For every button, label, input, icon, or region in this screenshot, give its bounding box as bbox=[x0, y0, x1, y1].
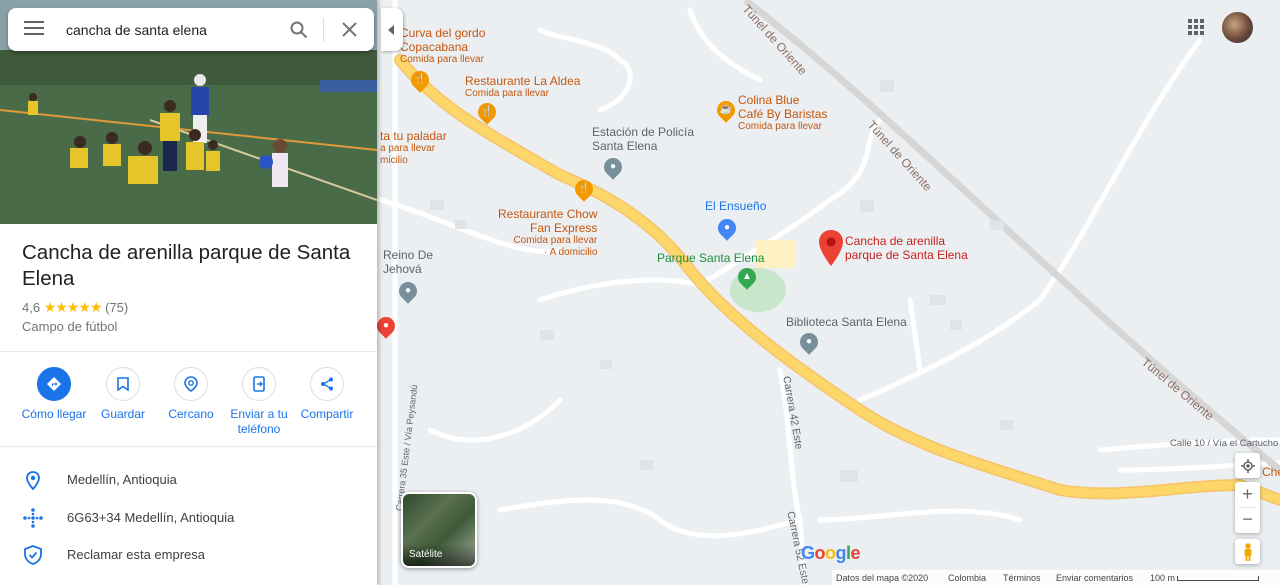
map-label-cancha[interactable]: Cancha de arenilla parque de Santa Elena bbox=[845, 234, 968, 262]
rating-value: 4,6 bbox=[22, 300, 41, 315]
share-icon bbox=[321, 377, 333, 391]
menu-icon[interactable] bbox=[24, 21, 44, 37]
terms-link[interactable]: Términos bbox=[1003, 573, 1041, 583]
google-logo: Google bbox=[801, 543, 861, 563]
scale-label: 100 m bbox=[1150, 573, 1176, 583]
place-title: Cancha de arenilla parque de Santa Elena bbox=[22, 241, 351, 290]
account-avatar[interactable] bbox=[1222, 12, 1253, 43]
country-link[interactable]: Colombia bbox=[948, 573, 986, 583]
review-count[interactable]: (75) bbox=[105, 300, 128, 315]
search-divider bbox=[323, 18, 324, 42]
nearby-label: Cercano bbox=[168, 407, 214, 421]
my-location-button[interactable] bbox=[1235, 453, 1260, 478]
directions-button[interactable]: Cómo llegar bbox=[19, 367, 89, 422]
location-pin-icon bbox=[26, 471, 40, 491]
collapse-panel-button[interactable] bbox=[381, 8, 403, 51]
save-button[interactable]: Guardar bbox=[88, 367, 158, 422]
plus-code-text: 6G63+34 Medellín, Antioquia bbox=[67, 510, 235, 525]
nearby-icon bbox=[184, 376, 198, 392]
map-label-colina[interactable]: Colina Blue Café By Baristas Comida para … bbox=[738, 93, 827, 133]
directions-label: Cómo llegar bbox=[21, 407, 87, 421]
caret-left-icon bbox=[388, 24, 394, 35]
place-rating[interactable]: 4,6 ★★★★★ (75) bbox=[22, 299, 128, 316]
plus-code-icon bbox=[23, 508, 43, 528]
church-pin-icon[interactable]: ● bbox=[395, 278, 421, 304]
close-icon[interactable] bbox=[342, 22, 357, 37]
cafe-pin-icon[interactable]: ☕ bbox=[713, 97, 739, 123]
share-button[interactable]: Compartir bbox=[292, 367, 362, 422]
address-row[interactable]: Medellín, Antioquia bbox=[0, 465, 377, 495]
pegman-icon bbox=[1244, 542, 1251, 561]
address-text: Medellín, Antioquia bbox=[67, 472, 177, 487]
map-label-aldea[interactable]: Restaurante La Aldea Comida para llevar bbox=[465, 74, 580, 100]
my-location-icon bbox=[1240, 458, 1255, 473]
place-panel: Cancha de arenilla parque de Santa Elena… bbox=[0, 0, 377, 585]
map-label-parque[interactable]: Parque Santa Elena bbox=[657, 251, 764, 265]
share-label: Compartir bbox=[300, 407, 354, 421]
road-label-calle10: Calle 10 / Vía el Cartucho bbox=[1170, 438, 1279, 449]
search-box bbox=[8, 8, 374, 51]
zoom-controls: + − bbox=[1235, 482, 1260, 533]
send-to-phone-label: Enviar a tu teléfono bbox=[230, 407, 288, 436]
map-label-curva[interactable]: Curva del gordo Copacabana Comida para ll… bbox=[400, 26, 485, 66]
zoom-out-button[interactable]: − bbox=[1235, 508, 1260, 533]
restaurant-pin-icon[interactable]: 🍴 bbox=[571, 176, 597, 202]
plus-code-row[interactable]: 6G63+34 Medellín, Antioquia bbox=[0, 503, 377, 533]
nearby-button[interactable]: Cercano bbox=[156, 367, 226, 422]
satellite-label: Satélite bbox=[409, 549, 443, 560]
directions-icon bbox=[47, 377, 61, 391]
map-label-chow[interactable]: Restaurante Chow Fan Express Comida para … bbox=[498, 207, 597, 259]
feedback-link[interactable]: Enviar comentarios bbox=[1056, 573, 1133, 583]
map-label-che[interactable]: Che bbox=[1262, 465, 1280, 479]
send-to-phone-button[interactable]: Enviar a tu teléfono bbox=[224, 367, 294, 437]
send-to-phone-icon bbox=[253, 376, 265, 392]
restaurant-pin-icon[interactable]: 🍴 bbox=[474, 99, 500, 125]
divider bbox=[0, 446, 377, 447]
claim-business-text: Reclamar esta empresa bbox=[67, 547, 205, 562]
library-pin-icon[interactable]: ● bbox=[796, 329, 822, 355]
restaurant-pin-icon[interactable]: 🍴 bbox=[407, 67, 433, 93]
bookmark-icon bbox=[117, 377, 129, 391]
poi-pin-icon[interactable]: ● bbox=[373, 313, 399, 339]
map-label-paladar[interactable]: ta tu paladar a para llevar micilio bbox=[380, 129, 447, 167]
street-view-pegman-button[interactable] bbox=[1235, 539, 1260, 564]
map-label-biblioteca[interactable]: Biblioteca Santa Elena bbox=[786, 315, 907, 329]
satellite-toggle[interactable]: Satélite bbox=[401, 492, 477, 568]
park-pin-icon[interactable]: ▲ bbox=[734, 264, 760, 290]
map-footer: Datos del mapa ©2020 Colombia Términos E… bbox=[832, 570, 1280, 585]
verified-shield-icon bbox=[24, 545, 42, 565]
map-label-reino[interactable]: Reino De Jehová bbox=[383, 248, 433, 276]
place-category[interactable]: Campo de fútbol bbox=[22, 319, 117, 334]
apps-grid-icon[interactable] bbox=[1187, 18, 1205, 36]
rating-stars-icon: ★★★★★ bbox=[43, 299, 103, 315]
map-data-credit: Datos del mapa ©2020 bbox=[836, 573, 929, 583]
divider bbox=[0, 351, 377, 352]
shop-pin-icon[interactable]: ● bbox=[714, 215, 740, 241]
search-input[interactable] bbox=[64, 18, 278, 42]
scale-bar bbox=[1177, 576, 1259, 581]
police-pin-icon[interactable]: ● bbox=[600, 154, 626, 180]
selected-place-pin-icon[interactable] bbox=[819, 230, 843, 266]
zoom-in-button[interactable]: + bbox=[1235, 482, 1260, 507]
save-label: Guardar bbox=[100, 407, 146, 421]
search-icon[interactable] bbox=[290, 21, 308, 39]
map-label-policia[interactable]: Estación de Policía Santa Elena bbox=[592, 125, 694, 153]
claim-business-row[interactable]: Reclamar esta empresa bbox=[0, 540, 377, 570]
map-label-ensueno[interactable]: El Ensueño bbox=[705, 199, 766, 213]
